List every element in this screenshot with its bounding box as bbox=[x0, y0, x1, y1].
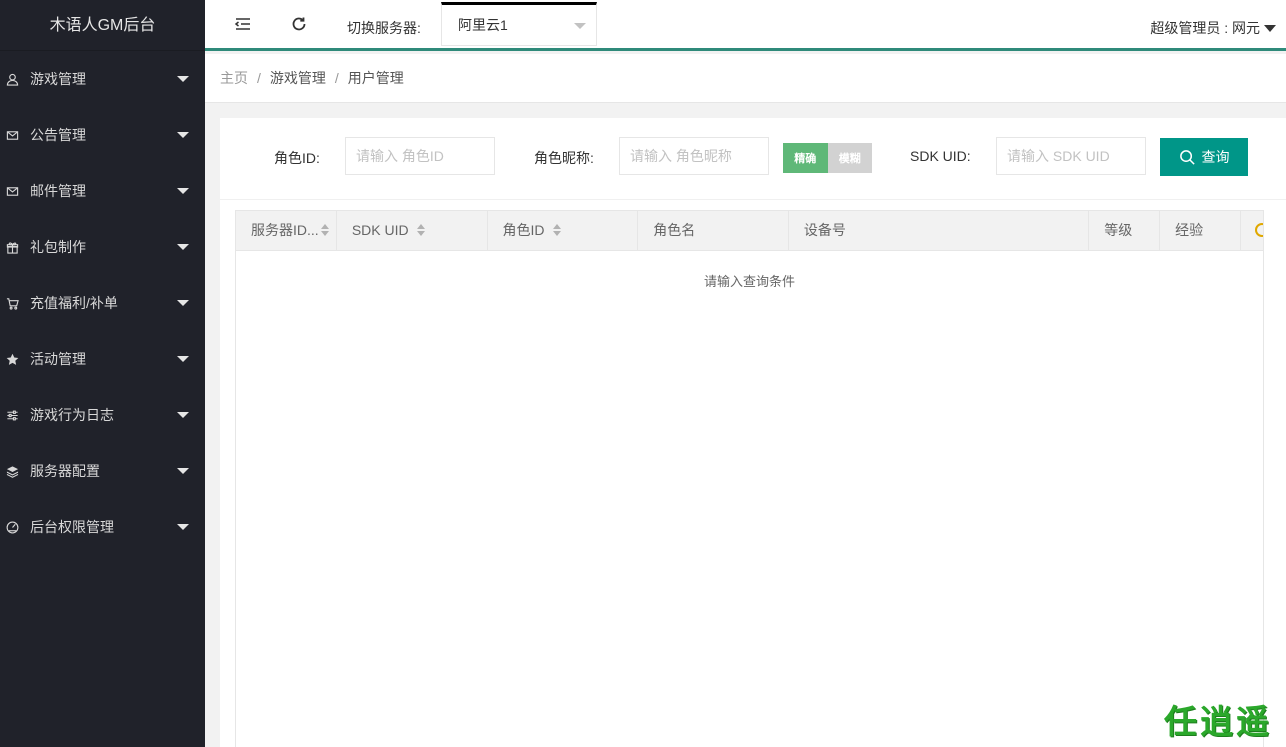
query-button[interactable]: 查询 bbox=[1160, 138, 1248, 176]
nickname-input[interactable] bbox=[619, 137, 769, 175]
layers-icon bbox=[5, 464, 19, 478]
top-header: 切换服务器: 阿里云1 超级管理员 : 网元 bbox=[205, 0, 1286, 51]
refresh-icon bbox=[292, 17, 306, 31]
sidebar-item-label: 充值福利/补单 bbox=[30, 295, 118, 311]
column-label: 经验 bbox=[1175, 222, 1204, 238]
column-overflow bbox=[1241, 211, 1264, 250]
sidebar-item-label: 服务器配置 bbox=[30, 463, 100, 479]
breadcrumb: 主页 / 游戏管理 / 用户管理 bbox=[205, 54, 1286, 103]
sidebar-item-mail[interactable]: 邮件管理 bbox=[0, 163, 205, 219]
sidebar-item-label: 活动管理 bbox=[30, 351, 86, 367]
column-role-id[interactable]: 角色ID bbox=[488, 211, 639, 250]
sidebar: 木语人GM后台 游戏管理 公告管理 邮件管理 礼包制作 充值福利/补单 活动管理… bbox=[0, 0, 205, 747]
menu-collapse-button[interactable] bbox=[223, 0, 263, 48]
fuzzy-mode-option[interactable]: 模糊 bbox=[827, 143, 872, 173]
admin-name: 超级管理员 : 网元 bbox=[1150, 20, 1260, 36]
breadcrumb-separator: / bbox=[334, 70, 339, 86]
mail-icon bbox=[5, 184, 19, 198]
refresh-button[interactable] bbox=[279, 0, 319, 48]
column-label: SDK UID bbox=[351, 222, 409, 238]
main-card: 角色ID: 角色昵称: 精确 模糊 SDK UID: 查询 服务器ID... S… bbox=[220, 118, 1286, 747]
sidebar-item-recharge[interactable]: 充值福利/补单 bbox=[0, 275, 205, 331]
admin-user-menu[interactable]: 超级管理员 : 网元 bbox=[1150, 18, 1276, 38]
column-label: 角色名 bbox=[653, 222, 696, 238]
match-mode-toggle[interactable]: 精确 模糊 bbox=[783, 143, 872, 173]
role-id-input[interactable] bbox=[345, 137, 495, 175]
gauge-icon bbox=[5, 520, 19, 534]
sidebar-item-server-config[interactable]: 服务器配置 bbox=[0, 443, 205, 499]
role-id-label: 角色ID: bbox=[274, 150, 320, 166]
caret-down-icon bbox=[177, 188, 189, 194]
sdk-uid-label: SDK UID: bbox=[910, 148, 971, 164]
watermark: 任逍遥 bbox=[1164, 702, 1272, 741]
menu-fold-icon bbox=[234, 18, 250, 30]
search-form: 角色ID: 角色昵称: 精确 模糊 SDK UID: 查询 bbox=[220, 118, 1286, 200]
caret-down-icon bbox=[1264, 24, 1276, 32]
query-button-label: 查询 bbox=[1201, 149, 1230, 165]
sdk-uid-input[interactable] bbox=[996, 137, 1146, 175]
sidebar-item-label: 邮件管理 bbox=[30, 183, 86, 199]
caret-down-icon bbox=[177, 132, 189, 138]
breadcrumb-game-management[interactable]: 游戏管理 bbox=[270, 68, 326, 88]
column-exp: 经验 bbox=[1160, 211, 1242, 250]
sidebar-item-activity[interactable]: 活动管理 bbox=[0, 331, 205, 387]
gift-icon bbox=[5, 240, 19, 254]
server-select-value: 阿里云1 bbox=[458, 17, 508, 33]
column-device-id: 设备号 bbox=[789, 211, 1090, 250]
column-role-name: 角色名 bbox=[638, 211, 789, 250]
star-icon bbox=[5, 352, 19, 366]
table-empty-message: 请输入查询条件 bbox=[703, 274, 795, 289]
partial-icon bbox=[1255, 223, 1264, 237]
column-label: 服务器ID... bbox=[251, 222, 319, 238]
column-label: 等级 bbox=[1104, 222, 1133, 238]
sidebar-item-permissions[interactable]: 后台权限管理 bbox=[0, 499, 205, 555]
caret-down-icon bbox=[177, 356, 189, 362]
caret-down-icon bbox=[177, 244, 189, 250]
sidebar-item-label: 后台权限管理 bbox=[30, 519, 114, 535]
caret-down-icon bbox=[177, 300, 189, 306]
column-label: 角色ID bbox=[502, 222, 545, 238]
caret-down-icon bbox=[177, 524, 189, 530]
breadcrumb-separator: / bbox=[257, 70, 261, 86]
sidebar-item-behavior-log[interactable]: 游戏行为日志 bbox=[0, 387, 205, 443]
caret-down-icon bbox=[177, 76, 189, 82]
user-table: 服务器ID... SDK UID 角色ID 角色名 设备号 等级 经验 请输入查… bbox=[235, 210, 1264, 747]
sort-icon[interactable] bbox=[320, 224, 329, 237]
breadcrumb-user-management: 用户管理 bbox=[347, 70, 404, 86]
sidebar-item-gift-pack[interactable]: 礼包制作 bbox=[0, 219, 205, 275]
caret-down-icon bbox=[177, 412, 189, 418]
search-icon bbox=[1179, 149, 1195, 165]
column-sdk-uid[interactable]: SDK UID bbox=[337, 211, 488, 250]
sidebar-item-label: 礼包制作 bbox=[30, 239, 86, 255]
mail-icon bbox=[5, 128, 19, 142]
exact-mode-option[interactable]: 精确 bbox=[783, 143, 828, 173]
breadcrumb-home[interactable]: 主页 bbox=[220, 68, 248, 88]
server-switch-label: 切换服务器: bbox=[347, 20, 421, 36]
column-label: 设备号 bbox=[803, 222, 846, 238]
column-level: 等级 bbox=[1089, 211, 1161, 250]
table-header: 服务器ID... SDK UID 角色ID 角色名 设备号 等级 经验 bbox=[236, 211, 1264, 251]
chevron-down-icon bbox=[574, 23, 586, 29]
server-select[interactable]: 阿里云1 bbox=[441, 2, 597, 46]
nickname-label: 角色昵称: bbox=[534, 150, 594, 166]
cart-icon bbox=[5, 296, 19, 310]
sliders-icon bbox=[5, 408, 19, 422]
sort-icon[interactable] bbox=[552, 224, 561, 237]
sidebar-item-announcement[interactable]: 公告管理 bbox=[0, 107, 205, 163]
sidebar-item-label: 游戏管理 bbox=[30, 71, 86, 87]
app-logo-title: 木语人GM后台 bbox=[0, 0, 205, 51]
user-icon bbox=[5, 72, 19, 86]
sidebar-item-label: 公告管理 bbox=[30, 127, 86, 143]
sort-icon[interactable] bbox=[416, 224, 425, 237]
caret-down-icon bbox=[177, 468, 189, 474]
sidebar-item-label: 游戏行为日志 bbox=[30, 407, 114, 423]
column-server-id[interactable]: 服务器ID... bbox=[236, 211, 337, 250]
sidebar-item-game-management[interactable]: 游戏管理 bbox=[0, 51, 205, 107]
